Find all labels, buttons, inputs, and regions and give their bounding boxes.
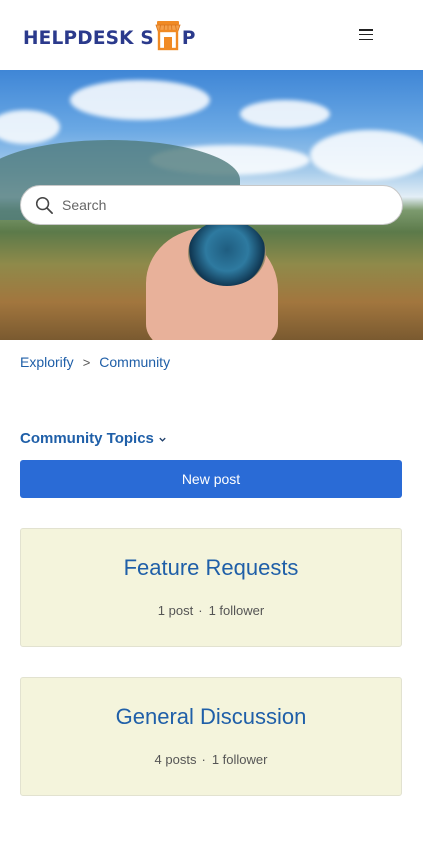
topic-post-count: 4 posts <box>154 752 197 767</box>
hamburger-icon[interactable] <box>359 29 373 40</box>
logo-text-right: P <box>181 27 196 49</box>
search-icon <box>35 196 53 214</box>
topic-meta: 1 post · 1 follower <box>157 603 265 618</box>
topic-card-general-discussion[interactable]: General Discussion 4 posts · 1 follower <box>20 677 402 796</box>
community-topics-title: Community Topics <box>20 430 154 447</box>
topic-post-count: 1 post <box>157 603 194 618</box>
breadcrumb-explorify[interactable]: Explorify <box>20 354 74 370</box>
search-input[interactable] <box>62 197 362 213</box>
site-header: HELPDESK S P <box>0 0 423 70</box>
topic-meta: 4 posts · 1 follower <box>154 752 268 767</box>
topic-title[interactable]: General Discussion <box>21 704 401 730</box>
search-bar[interactable] <box>20 185 403 225</box>
logo-text-left: HELPDESK S <box>23 27 154 49</box>
topic-card-feature-requests[interactable]: Feature Requests 1 post · 1 follower <box>20 528 402 647</box>
breadcrumb: Explorify > Community <box>20 354 170 370</box>
community-topics-dropdown[interactable]: Community Topics <box>20 430 167 447</box>
chevron-down-icon <box>159 437 166 442</box>
compass-image <box>188 220 266 286</box>
breadcrumb-community[interactable]: Community <box>99 354 170 370</box>
new-post-button[interactable]: New post <box>20 460 402 498</box>
topic-follower-count: 1 follower <box>208 603 265 618</box>
topic-follower-count: 1 follower <box>211 752 268 767</box>
breadcrumb-separator: > <box>82 354 91 370</box>
storefront-icon <box>155 19 181 51</box>
topic-title[interactable]: Feature Requests <box>21 555 401 581</box>
helpdesk-shop-logo[interactable]: HELPDESK S P <box>23 17 196 51</box>
